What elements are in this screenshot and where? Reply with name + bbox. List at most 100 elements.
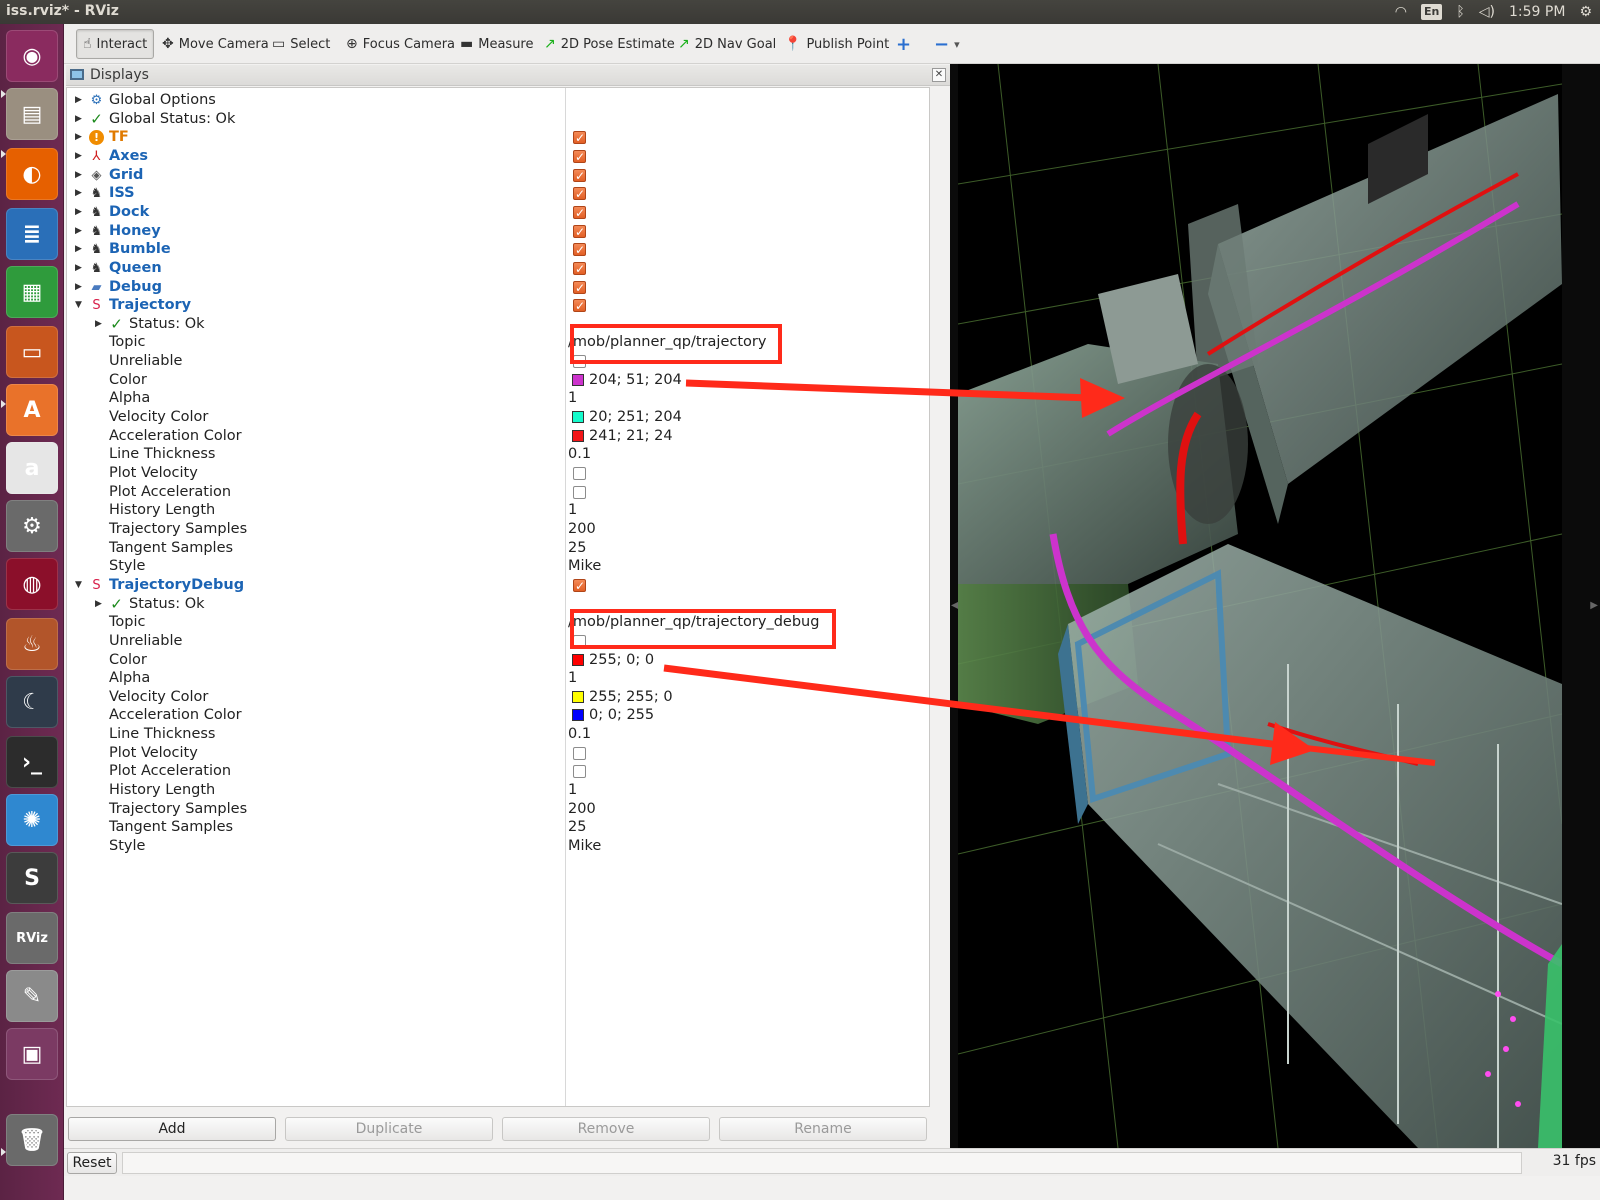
expand-arrow-icon[interactable]: ▶ [75,278,82,297]
tree-row[interactable]: Plot Velocity [67,744,929,763]
property-value[interactable]: 1 [568,669,577,688]
tree-row[interactable]: Velocity Color 20; 251; 204 [67,408,929,427]
tree-row[interactable]: Alpha 1 [67,669,929,688]
enable-checkbox[interactable] [573,260,586,278]
color-swatch[interactable] [572,653,584,666]
property-value[interactable]: 1 [568,501,577,520]
tree-row[interactable]: Alpha 1 [67,389,929,408]
property-value[interactable]: 25 [568,539,586,558]
tree-row[interactable]: ▶ ✓ Global Status: Ok [67,110,929,129]
property-value[interactable]: 25 [568,818,586,837]
tree-row[interactable]: Topic/mob/planner_qp/trajectory [67,333,929,352]
expand-arrow-icon[interactable]: ▶ [75,240,82,259]
expand-arrow-icon[interactable]: ▶ [75,128,82,147]
ubuntu-dash-icon[interactable]: ◉ [6,30,58,82]
enable-checkbox[interactable] [573,241,586,260]
remove-button[interactable]: Remove [502,1117,710,1141]
color-swatch[interactable] [572,690,584,703]
amazon-icon[interactable]: a [6,442,58,494]
terminal-icon[interactable]: ›_ [6,736,58,788]
focus-camera-tool[interactable]: ⊕ Focus Camera [340,29,461,59]
tree-row[interactable]: Style Mike [67,837,929,856]
tree-row[interactable]: History Length 1 [67,501,929,520]
enable-checkbox[interactable] [573,467,586,480]
tree-row[interactable]: Velocity Color 255; 255; 0 [67,688,929,707]
ruby-icon[interactable]: ◍ [6,558,58,610]
tree-row[interactable]: ▶ ◈ Grid [67,166,929,185]
wifi-icon[interactable]: ◠ [1395,2,1407,22]
screensaver-icon[interactable]: ☾ [6,676,58,728]
tree-row[interactable]: Tangent Samples 25 [67,539,929,558]
writer-icon[interactable]: ≣ [6,208,58,260]
tree-row[interactable]: Topic/mob/planner_qp/trajectory_debug [67,613,929,632]
color-swatch[interactable] [572,709,584,722]
sublime-icon[interactable]: S [6,852,58,904]
impress-icon[interactable]: ▭ [6,326,58,378]
clock[interactable]: 1:59 PM [1509,2,1565,22]
expand-arrow-icon[interactable]: ▶ [95,595,102,614]
software-center-icon[interactable]: A [6,384,58,436]
expand-arrow-icon[interactable]: ▶ [75,110,82,129]
tree-row[interactable]: History Length 1 [67,781,929,800]
add-button[interactable]: Add [68,1117,276,1141]
render-viewport[interactable] [958,64,1562,1148]
property-value[interactable]: 0.1 [568,445,591,464]
tree-row[interactable]: Tangent Samples 25 [67,818,929,837]
tree-row[interactable]: ▶ ▰ Debug [67,278,929,297]
enable-checkbox[interactable] [573,148,586,167]
tree-row[interactable]: ▼ S Trajectory [67,296,929,316]
enable-checkbox[interactable] [573,297,586,316]
calc-icon[interactable]: ▦ [6,266,58,318]
power-gear-icon[interactable]: ⚙ [1579,2,1592,22]
expand-arrow-icon[interactable]: ▶ [75,184,82,203]
property-value[interactable]: 1 [568,389,577,408]
color-swatch[interactable] [572,373,584,386]
tree-row[interactable]: ▼ S TrajectoryDebug [67,576,929,595]
enable-checkbox[interactable] [573,634,586,648]
expand-arrow-icon[interactable]: ▶ [75,91,82,110]
rename-button[interactable]: Rename [719,1117,927,1141]
enable-checkbox[interactable] [573,485,586,499]
tree-row[interactable]: ▶ ♞ ISS [67,184,929,204]
property-value[interactable]: Mike [568,837,601,856]
color-swatch[interactable] [572,429,584,442]
enable-checkbox[interactable] [573,223,586,241]
enable-checkbox[interactable] [573,185,586,204]
network-icon[interactable]: ✺ [6,794,58,846]
tree-row[interactable]: Line Thickness 0.1 [67,445,929,464]
select-tool[interactable]: ▭ Select [266,29,336,59]
collapse-arrow-icon[interactable]: ▼ [75,576,82,595]
keyboard-layout-indicator[interactable]: En [1421,4,1443,20]
interact-tool[interactable]: ☝ Interact [76,29,155,59]
property-value[interactable]: 0.1 [568,725,591,744]
tree-row[interactable]: Line Thickness 0.1 [67,725,929,744]
property-value[interactable]: 200 [568,520,596,539]
expand-arrow-icon[interactable]: ▶ [75,222,82,241]
property-value[interactable]: 1 [568,781,577,800]
expand-arrow-icon[interactable]: ▶ [95,315,102,334]
expand-arrow-icon[interactable]: ▶ [75,166,82,185]
property-value[interactable]: /mob/planner_qp/trajectory [568,333,766,352]
reset-button[interactable]: Reset [67,1152,117,1174]
rviz-icon[interactable]: RViz [6,912,58,964]
text-editor-icon[interactable]: ✎ [6,970,58,1022]
volume-icon[interactable]: ◁) [1479,2,1495,22]
property-value[interactable]: 255; 0; 0 [589,651,654,670]
tree-row[interactable]: ▶ ♞ Bumble [67,240,929,260]
displays-tree[interactable]: ▶⚙Global Options▶✓Global Status: Ok▶!TF▶… [66,87,930,1107]
tree-row[interactable]: Unreliable [67,632,929,651]
tree-row[interactable]: ▶ ✓ Status: Ok [67,595,929,614]
property-value[interactable]: 255; 255; 0 [589,688,673,707]
enable-checkbox[interactable] [573,577,586,595]
enable-checkbox[interactable] [573,167,586,185]
tree-row[interactable]: Style Mike [67,557,929,576]
enable-checkbox[interactable] [573,765,586,779]
wine-icon[interactable]: ♨ [6,618,58,670]
tree-row[interactable]: Unreliable [67,352,929,371]
enable-checkbox[interactable] [573,746,586,760]
tree-row[interactable]: Acceleration Color 241; 21; 24 [67,427,929,446]
property-value[interactable]: 0; 0; 255 [589,706,654,725]
enable-checkbox[interactable] [573,355,586,369]
duplicate-button[interactable]: Duplicate [285,1117,493,1141]
publish-point-tool[interactable]: 📍 Publish Point [778,29,895,59]
